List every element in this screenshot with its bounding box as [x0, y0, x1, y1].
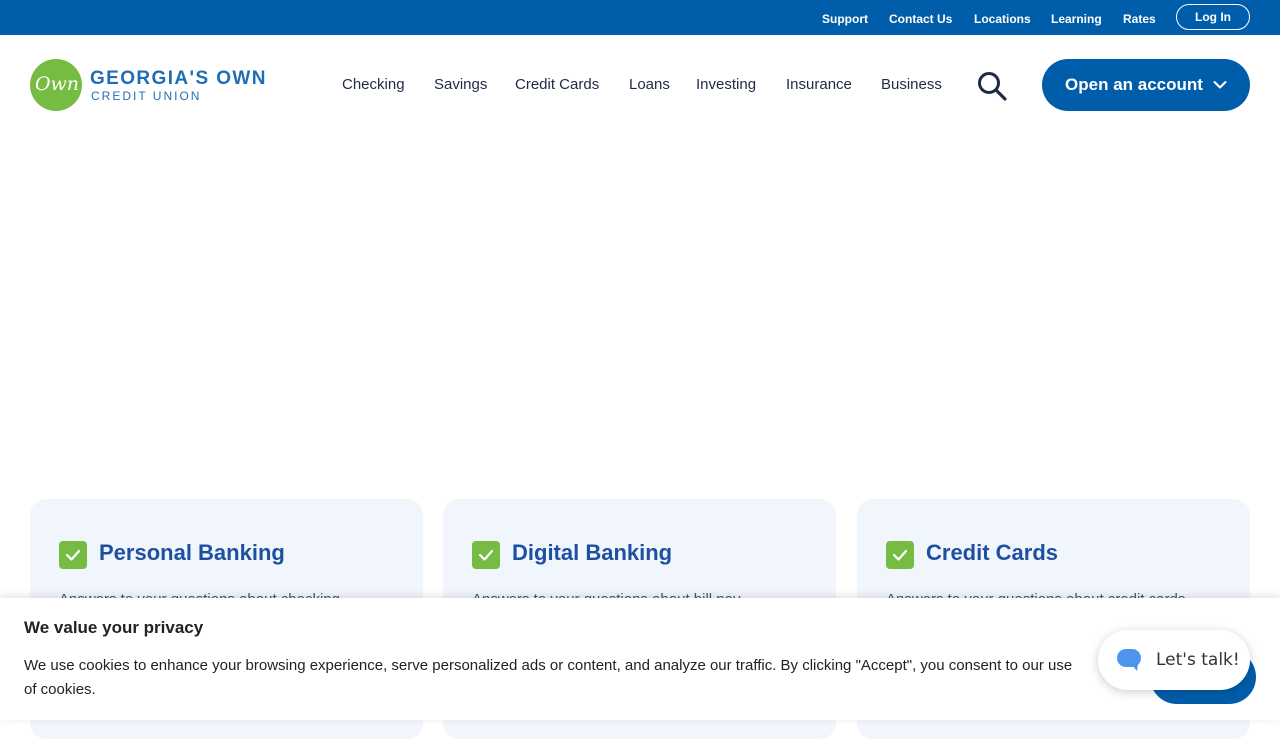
- cookie-banner: We value your privacy We use cookies to …: [0, 598, 1280, 720]
- check-icon: [886, 541, 914, 569]
- nav-business[interactable]: Business: [881, 76, 942, 93]
- utility-link-support[interactable]: Support: [822, 12, 868, 26]
- utility-link-locations[interactable]: Locations: [974, 12, 1031, 26]
- cookie-text: We use cookies to enhance your browsing …: [24, 657, 1073, 698]
- logo-mark: Own: [30, 59, 82, 111]
- main-header: Own GEORGIA'S OWN CREDIT UNION Checking …: [0, 35, 1280, 135]
- nav-savings[interactable]: Savings: [434, 76, 487, 93]
- utility-link-learning[interactable]: Learning: [1051, 12, 1102, 26]
- nav-credit-cards[interactable]: Credit Cards: [515, 76, 599, 93]
- nav-checking[interactable]: Checking: [342, 76, 405, 93]
- utility-link-contact-us[interactable]: Contact Us: [889, 12, 952, 26]
- logo-mark-text: Own: [34, 73, 80, 95]
- cookie-title: We value your privacy: [24, 618, 204, 637]
- card-title: Digital Banking: [512, 540, 673, 565]
- check-icon: [472, 541, 500, 569]
- logo[interactable]: Own GEORGIA'S OWN CREDIT UNION: [30, 59, 280, 111]
- search-button[interactable]: [976, 71, 1008, 101]
- nav-loans[interactable]: Loans: [629, 76, 670, 93]
- chat-label: Let's talk!: [1156, 650, 1240, 670]
- open-account-label: Open an account: [1065, 75, 1203, 94]
- logo-subtitle: CREDIT UNION: [91, 89, 202, 103]
- nav-insurance[interactable]: Insurance: [786, 76, 852, 93]
- login-button[interactable]: Log In: [1176, 4, 1250, 30]
- card-title: Personal Banking: [99, 540, 285, 565]
- chevron-down-icon: [1213, 81, 1227, 89]
- card-title: Credit Cards: [926, 540, 1059, 565]
- utility-bar: Support Contact Us Locations Learning Ra…: [0, 0, 1280, 35]
- open-account-button[interactable]: Open an account: [1042, 59, 1250, 111]
- utility-link-rates[interactable]: Rates: [1123, 12, 1156, 26]
- chat-prompt[interactable]: Let's talk!: [1098, 630, 1250, 690]
- check-icon: [59, 541, 87, 569]
- search-icon: [978, 72, 1007, 101]
- logo-title: GEORGIA'S OWN: [90, 68, 267, 89]
- nav-investing[interactable]: Investing: [696, 76, 756, 93]
- chat-bubble-icon: [1117, 649, 1141, 671]
